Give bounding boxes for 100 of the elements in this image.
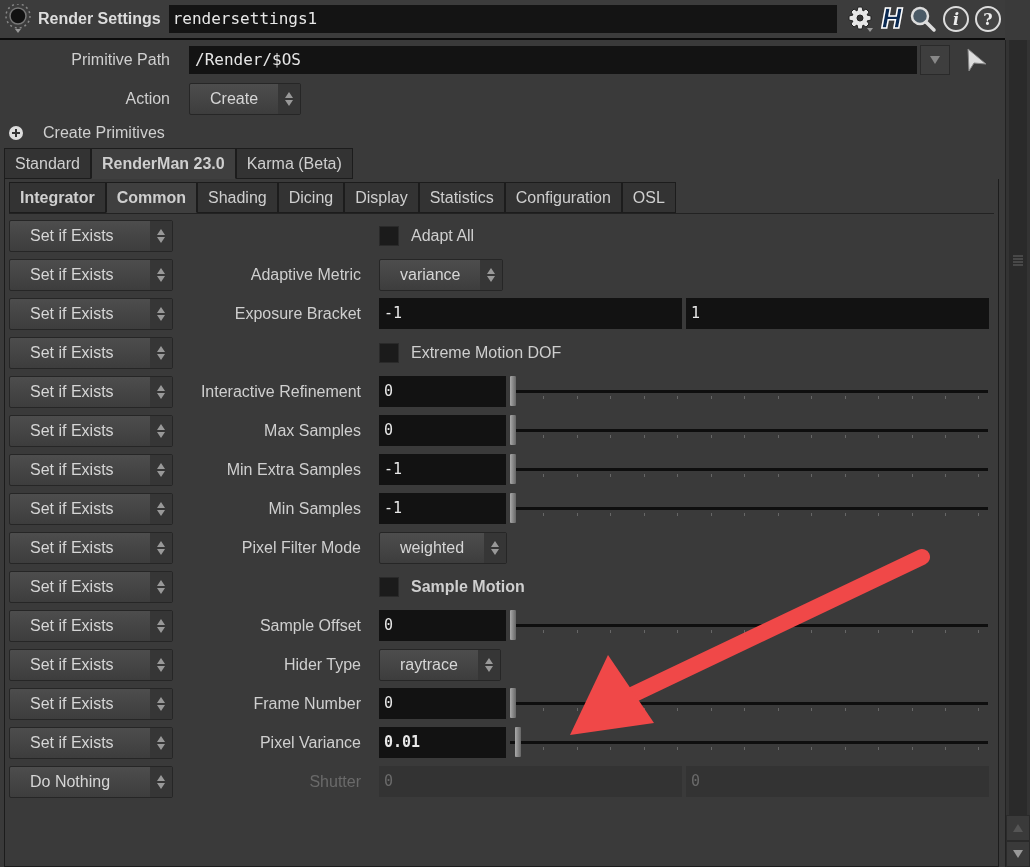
up-down-arrows-icon xyxy=(156,539,166,556)
slider-track[interactable] xyxy=(510,376,988,407)
mode-menu[interactable]: Set if Exists xyxy=(9,687,173,720)
up-down-arrows-icon xyxy=(490,539,501,556)
number-field[interactable]: 0.01 xyxy=(379,727,506,758)
checkbox[interactable] xyxy=(379,576,399,597)
slider-handle[interactable] xyxy=(510,376,516,406)
section-title[interactable]: Create Primitives xyxy=(43,124,165,142)
parameter-label: Exposure Bracket xyxy=(234,304,361,322)
scrollbar[interactable] xyxy=(1009,40,1027,815)
number-field[interactable]: 1 xyxy=(686,298,989,329)
tab[interactable]: RenderMan 23.0 xyxy=(90,148,236,179)
up-down-arrows-icon xyxy=(156,656,166,673)
parameter-label: Max Samples xyxy=(264,421,361,439)
mode-menu[interactable]: Set if Exists xyxy=(9,609,173,642)
value-menu[interactable]: weighted xyxy=(379,531,508,564)
mode-menu[interactable]: Set if Exists xyxy=(9,726,173,759)
slider-track[interactable] xyxy=(510,454,988,485)
tab[interactable]: Shading xyxy=(197,182,278,213)
mode-menu[interactable]: Set if Exists xyxy=(9,414,173,447)
mode-menu[interactable]: Set if Exists xyxy=(9,336,173,369)
mode-menu[interactable]: Set if Exists xyxy=(9,570,173,603)
checkbox-label[interactable]: Adapt All xyxy=(411,226,475,245)
number-field[interactable]: -1 xyxy=(379,298,682,329)
mode-menu[interactable]: Set if Exists xyxy=(9,453,173,486)
grip-icon[interactable] xyxy=(1013,255,1023,267)
help-button[interactable]: ? xyxy=(975,6,1001,32)
caret-icon xyxy=(930,55,940,64)
dropdown-button[interactable] xyxy=(920,44,950,75)
search-icon[interactable] xyxy=(909,5,937,33)
up-down-arrows-icon xyxy=(156,422,166,439)
mode-menu[interactable]: Set if Exists xyxy=(9,492,173,525)
checkbox-label[interactable]: Sample Motion xyxy=(411,577,525,596)
mode-menu[interactable]: Set if Exists xyxy=(9,531,173,564)
up-down-arrows-icon xyxy=(156,500,166,517)
up-down-arrows-icon xyxy=(156,383,166,400)
expand-icon[interactable] xyxy=(8,125,24,141)
slider-handle[interactable] xyxy=(510,493,516,523)
parameter-label: Sample Offset xyxy=(259,616,361,634)
mode-menu[interactable]: Set if Exists xyxy=(9,375,173,408)
number-field[interactable]: 0 xyxy=(379,415,506,446)
mode-menu[interactable]: Set if Exists xyxy=(9,648,173,681)
parameter-label: Min Samples xyxy=(268,499,361,517)
slider-handle[interactable] xyxy=(510,415,516,445)
parameter-label: Adaptive Metric xyxy=(250,265,361,283)
parameter-label: Pixel Filter Mode xyxy=(241,538,361,556)
number-field[interactable]: -1 xyxy=(379,454,506,485)
checkbox[interactable] xyxy=(379,225,399,246)
tab[interactable]: Integrator xyxy=(9,182,106,213)
slider-track[interactable] xyxy=(510,415,988,446)
number-field[interactable]: -1 xyxy=(379,493,506,524)
up-arrow-icon xyxy=(1013,824,1023,832)
slider-handle[interactable] xyxy=(510,610,516,640)
up-down-arrows-icon xyxy=(284,90,295,107)
up-down-arrows-icon xyxy=(156,266,166,283)
tab[interactable]: Standard xyxy=(4,148,91,179)
mode-menu[interactable]: Set if Exists xyxy=(9,297,173,330)
tab[interactable]: Configuration xyxy=(504,182,622,213)
parameter-label: Pixel Variance xyxy=(259,733,361,751)
up-down-arrows-icon xyxy=(156,578,166,595)
up-down-arrows-icon xyxy=(156,734,166,751)
field-label: Primitive Path xyxy=(70,50,171,69)
slider-handle[interactable] xyxy=(514,727,521,757)
number-field[interactable]: 0 xyxy=(379,376,506,407)
slider-track[interactable] xyxy=(510,727,988,758)
info-button[interactable]: i xyxy=(943,6,969,32)
up-down-arrows-icon xyxy=(156,617,166,634)
tab[interactable]: Dicing xyxy=(277,182,345,213)
slider-handle[interactable] xyxy=(510,454,516,484)
value-menu[interactable]: variance xyxy=(379,258,504,291)
parameter-label: Interactive Refinement xyxy=(200,382,361,400)
value-menu[interactable]: raytrace xyxy=(379,648,501,681)
node-type-label: Render Settings xyxy=(38,10,161,28)
field-label: Action xyxy=(124,89,171,108)
up-down-arrows-icon xyxy=(483,656,494,673)
parameter-label: Hider Type xyxy=(283,655,361,673)
mode-menu[interactable]: Set if Exists xyxy=(9,258,173,291)
slider-handle[interactable] xyxy=(510,688,516,718)
scroll-down-button[interactable] xyxy=(1006,841,1030,867)
number-field[interactable]: 0 xyxy=(379,610,506,641)
tab[interactable]: Statistics xyxy=(418,182,505,213)
primitive-path-field[interactable]: /Render/$OS xyxy=(189,45,917,74)
checkbox-label[interactable]: Extreme Motion DOF xyxy=(411,343,562,362)
mode-menu[interactable]: Set if Exists xyxy=(9,219,173,252)
node-name-field[interactable]: rendersettings1 xyxy=(168,5,838,33)
knob-icon[interactable] xyxy=(4,4,34,34)
tab[interactable]: Karma (Beta) xyxy=(235,148,353,179)
slider-track[interactable] xyxy=(510,493,988,524)
pointer-icon[interactable] xyxy=(966,47,988,72)
number-field[interactable]: 0 xyxy=(379,688,506,719)
tab[interactable]: OSL xyxy=(621,182,676,213)
action-menu[interactable]: Create xyxy=(189,82,302,115)
tab[interactable]: Common xyxy=(105,182,197,213)
checkbox[interactable] xyxy=(379,342,399,363)
slider-track[interactable] xyxy=(510,610,988,641)
up-down-arrows-icon xyxy=(156,344,166,361)
up-down-arrows-icon xyxy=(156,773,166,790)
settings-icon[interactable] xyxy=(845,4,876,34)
tab[interactable]: Display xyxy=(344,182,419,213)
parameter-label: Min Extra Samples xyxy=(226,460,361,478)
